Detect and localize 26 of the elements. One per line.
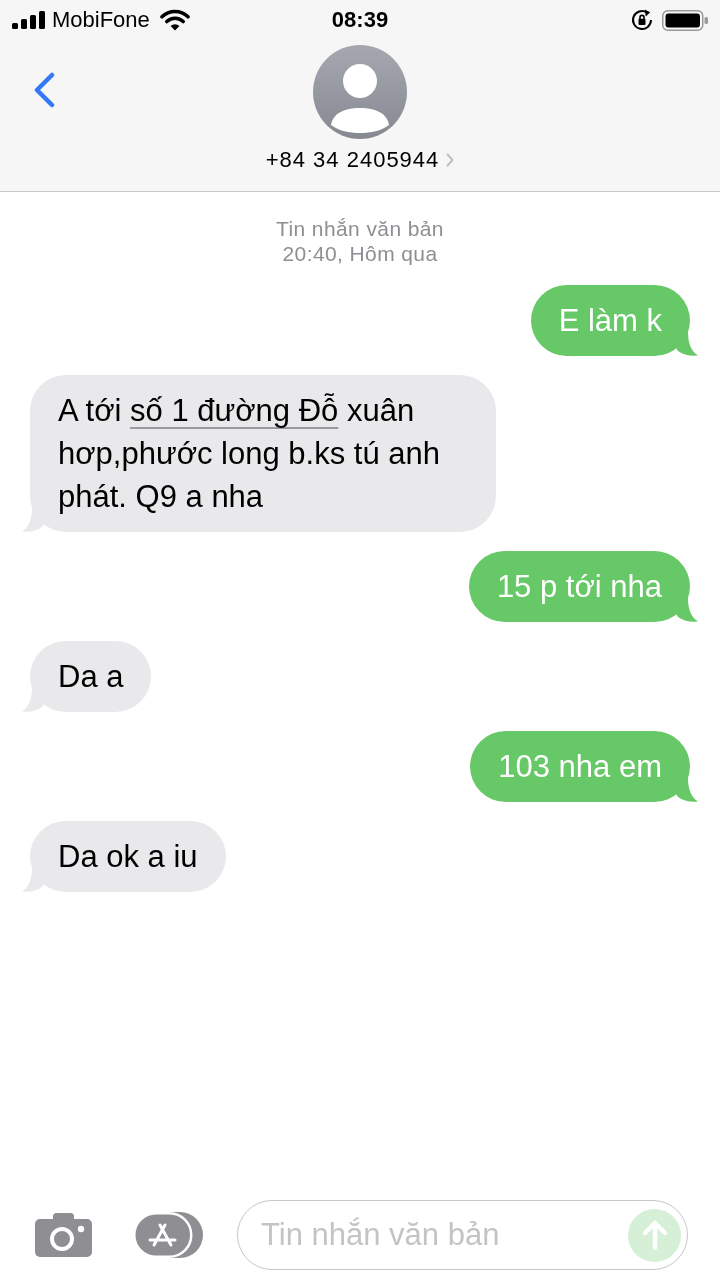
message-text: Da a (58, 658, 124, 696)
rotation-lock-icon (630, 8, 654, 32)
bubble-tail (676, 778, 698, 802)
signal-icon (12, 11, 45, 29)
carrier-name: MobiFone (52, 7, 150, 33)
message-text: 15 p tới nha (496, 568, 662, 606)
wifi-icon (159, 9, 190, 31)
bubble-tail (676, 598, 698, 622)
chevron-right-icon (446, 153, 455, 167)
message-input-field[interactable]: Tin nhắn văn bản (237, 1200, 688, 1270)
battery-icon (662, 9, 708, 31)
camera-icon[interactable] (35, 1213, 92, 1257)
contact-number[interactable]: +84 34 2405944 (265, 147, 440, 173)
back-icon[interactable] (33, 72, 55, 108)
message-text: Da ok a iu (58, 838, 198, 876)
message-timestamp: 20:40, Hôm qua (282, 241, 438, 266)
message-text: 103 nha em (498, 748, 662, 786)
message-text: A tới số 1 đường Đỗ xuân hơp,phước long b.ks tú anh phát. Q9 a nha (58, 392, 441, 516)
apps-icon[interactable] (133, 1212, 203, 1258)
message-text: E làm k (558, 302, 662, 340)
avatar-icon[interactable] (313, 45, 407, 139)
status-time: 08:39 (331, 7, 389, 33)
address-link[interactable]: số 1 đường Đỗ (130, 393, 339, 428)
arrow-up-icon (641, 1220, 668, 1250)
bubble-tail (676, 332, 698, 356)
service-label: Tin nhắn văn bản (276, 216, 444, 241)
